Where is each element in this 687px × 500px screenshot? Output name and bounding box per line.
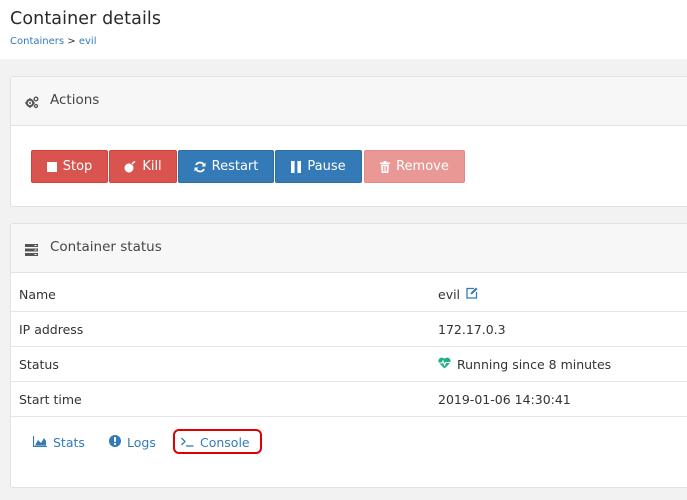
container-status-heading: Container status <box>11 224 687 273</box>
pause-icon <box>291 160 302 173</box>
page-header: Container details Containers > evil <box>0 0 687 59</box>
breadcrumb-separator: > <box>67 36 76 47</box>
info-circle-icon <box>109 435 121 450</box>
status-value: Running since 8 minutes <box>457 357 612 372</box>
kill-button-label: Kill <box>142 159 162 174</box>
stop-icon <box>46 161 57 172</box>
status-row-name: Name evil <box>11 276 687 312</box>
server-icon <box>25 241 38 260</box>
bomb-icon <box>124 160 136 173</box>
status-row-status: Status Running since 8 minutes <box>11 346 687 382</box>
status-row-label: Start time <box>19 392 82 407</box>
trash-icon <box>380 160 391 173</box>
container-name-value: evil <box>438 287 461 302</box>
kill-button[interactable]: Kill <box>109 150 177 183</box>
remove-button[interactable]: Remove <box>364 150 465 183</box>
status-row-ip: IP address 172.17.0.3 <box>11 311 687 347</box>
status-row-value: Running since 8 minutes <box>438 357 611 372</box>
logs-link-label: Logs <box>127 435 156 450</box>
restart-button-label: Restart <box>211 159 259 174</box>
actions-panel-heading: Actions <box>11 77 687 126</box>
stats-link[interactable]: Stats <box>32 435 85 450</box>
pause-button-label: Pause <box>307 159 346 174</box>
ip-address-value: 172.17.0.3 <box>438 322 506 337</box>
status-row-value: 172.17.0.3 <box>438 322 506 337</box>
edit-icon[interactable] <box>466 287 478 302</box>
breadcrumb-current-link[interactable]: evil <box>79 36 97 47</box>
cogs-icon <box>25 94 39 113</box>
container-status-title: Container status <box>50 239 162 255</box>
container-status-panel: Container status Name evil IP address 17… <box>10 223 687 488</box>
pause-button[interactable]: Pause <box>275 150 362 183</box>
page-title: Container details <box>10 9 162 29</box>
status-row-value: evil <box>438 287 478 302</box>
refresh-icon <box>194 161 206 173</box>
area-chart-icon <box>32 435 47 450</box>
stats-link-label: Stats <box>53 435 85 450</box>
actions-panel: Actions Stop Kill Restart Pause Remove <box>10 76 687 207</box>
console-highlight-box <box>173 429 262 454</box>
status-row-label: IP address <box>19 322 84 337</box>
logs-link[interactable]: Logs <box>109 435 156 450</box>
actions-panel-title: Actions <box>50 92 100 108</box>
heartbeat-icon <box>438 357 451 372</box>
start-time-value: 2019-01-06 14:30:41 <box>438 392 571 407</box>
status-row-value: 2019-01-06 14:30:41 <box>438 392 571 407</box>
stop-button-label: Stop <box>62 159 93 174</box>
remove-button-label: Remove <box>396 159 449 174</box>
breadcrumb: Containers > evil <box>10 36 96 47</box>
status-row-label: Status <box>19 357 59 372</box>
status-row-label: Name <box>19 287 56 302</box>
restart-button[interactable]: Restart <box>178 150 274 183</box>
status-row-start-time: Start time 2019-01-06 14:30:41 <box>11 381 687 417</box>
stop-button[interactable]: Stop <box>31 150 108 183</box>
breadcrumb-containers-link[interactable]: Containers <box>10 36 64 47</box>
